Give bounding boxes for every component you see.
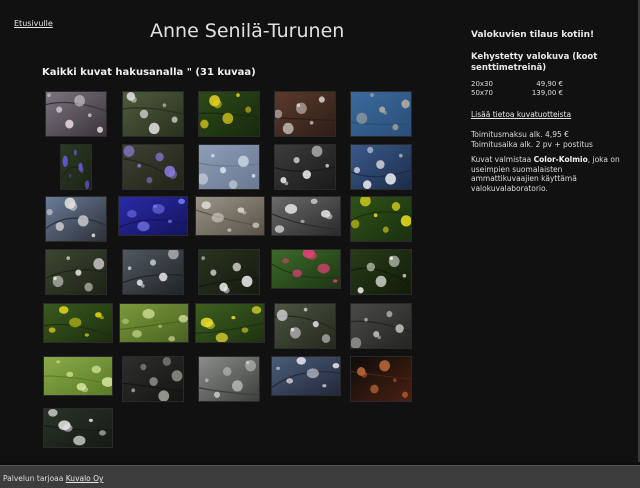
yellow-wildflowers-photo[interactable] (43, 303, 113, 343)
lab-info: Kuvat valmistaa Color-Kolmio, joka on us… (471, 155, 631, 193)
white-blossoms-blue-photo[interactable] (350, 144, 412, 190)
pale-blossoms-photo[interactable] (274, 303, 336, 349)
product-info-link[interactable]: Lisää tietoa kuvatuotteista (471, 110, 631, 119)
bokeh-dark-photo[interactable] (122, 356, 184, 402)
delivery-time: Toimitusaika alk. 2 pv + postitus (471, 139, 593, 149)
blossom-branch-photo[interactable] (45, 91, 107, 137)
frosty-twigs-photo[interactable] (198, 144, 260, 190)
order-sidebar: Valokuvien tilaus kotiin! Kehystetty val… (471, 30, 631, 193)
buttercups-photo[interactable] (195, 303, 265, 343)
price-row: 20x30 49,90 € (471, 80, 631, 89)
footer-text: Palvelun tarjoaa Kuvalo Oy (3, 474, 104, 483)
bokeh-blossom-photo[interactable] (350, 303, 412, 349)
lab-info-prefix: Kuvat valmistaa (471, 155, 534, 164)
shipping-info: Toimitusmaksu alk. 4,95 € Toimitusaika a… (471, 130, 631, 149)
brick-window-photo[interactable] (350, 356, 412, 402)
page-container: Etusivulle Anne Senilä-Turunen Kaikki ku… (0, 0, 640, 462)
price-value: 49,90 € (536, 80, 563, 88)
bleeding-heart-photo[interactable] (271, 249, 341, 289)
white-blossoms-photo[interactable] (122, 91, 184, 137)
cherry-blossoms-photo[interactable] (43, 408, 113, 448)
shipping-fee: Toimitusmaksu alk. 4,95 € (471, 130, 569, 139)
blossom-twigs-dark-photo[interactable] (45, 249, 107, 295)
sidebar-title: Valokuvien tilaus kotiin! (471, 30, 595, 40)
blue-wildflower-photo[interactable] (60, 144, 92, 190)
footer-prefix: Palvelun tarjoaa (3, 474, 66, 483)
price-size: 20x30 (471, 80, 493, 88)
yellow-blooms-photo[interactable] (350, 196, 412, 242)
bw-branches-photo[interactable] (271, 196, 341, 236)
provider-link[interactable]: Kuvalo Oy (66, 474, 104, 483)
birdhouse-photo[interactable] (274, 91, 336, 137)
white-rose-photo[interactable] (350, 249, 412, 295)
grass-blades-photo[interactable] (119, 303, 189, 343)
blue-anemones-photo[interactable] (122, 144, 184, 190)
product-title: Kehystetty valokuva (koot senttimetreinä… (471, 52, 598, 73)
lab-name: Color-Kolmio (533, 155, 588, 164)
white-flowers-bw-photo[interactable] (274, 144, 336, 190)
white-blossom-sky-photo[interactable] (271, 356, 341, 396)
lake-landscape-photo[interactable] (198, 356, 260, 402)
price-row: 50x70 139,00 € (471, 89, 631, 98)
blue-flower-closeup-photo[interactable] (118, 196, 188, 236)
yellow-flowers-photo[interactable] (198, 91, 260, 137)
meadow-grass-photo[interactable] (43, 356, 113, 396)
price-size: 50x70 (471, 89, 493, 97)
apple-blossoms-photo[interactable] (122, 249, 184, 295)
photo-grid (0, 0, 430, 462)
blossoms-against-sky-photo[interactable] (45, 196, 107, 242)
bare-branches-sky-photo[interactable] (350, 91, 412, 137)
footer: Palvelun tarjoaa Kuvalo Oy (0, 465, 640, 488)
white-blossom-cluster-photo[interactable] (198, 249, 260, 295)
price-value: 139,00 € (531, 89, 563, 97)
frost-plant-photo[interactable] (195, 196, 265, 236)
